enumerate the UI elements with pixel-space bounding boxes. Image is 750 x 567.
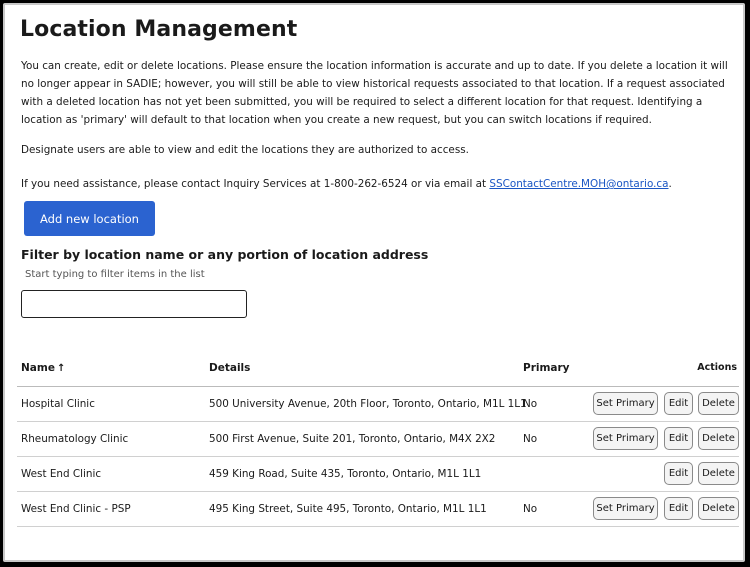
- location-name: Hospital Clinic: [21, 398, 95, 410]
- location-management-panel: Location Management You can create, edit…: [3, 3, 745, 562]
- location-details: 495 King Street, Suite 495, Toronto, Ont…: [209, 503, 487, 515]
- delete-button[interactable]: Delete: [698, 497, 739, 520]
- set-primary-button[interactable]: Set Primary: [593, 392, 658, 415]
- page-title: Location Management: [20, 17, 298, 42]
- location-primary: No: [523, 503, 538, 515]
- set-primary-button[interactable]: Set Primary: [593, 427, 658, 450]
- filter-hint: Start typing to filter items in the list: [25, 269, 205, 280]
- table-header: Name ↑ Details Primary Actions: [17, 353, 739, 387]
- location-name: Rheumatology Clinic: [21, 433, 129, 445]
- delete-button[interactable]: Delete: [698, 427, 739, 450]
- delete-button[interactable]: Delete: [698, 392, 739, 415]
- location-name: West End Clinic: [21, 468, 102, 480]
- filter-label: Filter by location name or any portion o…: [21, 247, 429, 262]
- edit-button[interactable]: Edit: [664, 427, 693, 450]
- column-header-primary: Primary: [523, 362, 570, 374]
- edit-button[interactable]: Edit: [664, 497, 693, 520]
- edit-button[interactable]: Edit: [664, 392, 693, 415]
- edit-button[interactable]: Edit: [664, 462, 693, 485]
- set-primary-button[interactable]: Set Primary: [593, 497, 658, 520]
- location-primary: No: [523, 398, 538, 410]
- sort-arrow-icon: ↑: [56, 363, 66, 374]
- location-details: 500 University Avenue, 20th Floor, Toron…: [209, 398, 527, 410]
- assistance-text: If you need assistance, please contact I…: [21, 178, 490, 190]
- location-details: 500 First Avenue, Suite 201, Toronto, On…: [209, 433, 496, 445]
- location-details: 459 King Road, Suite 435, Toronto, Ontar…: [209, 468, 482, 480]
- assistance-suffix: .: [668, 178, 672, 190]
- location-primary: No: [523, 433, 538, 445]
- contact-email-link[interactable]: SSContactCentre.MOH@ontario.ca: [489, 178, 668, 190]
- table-row: Rheumatology Clinic 500 First Avenue, Su…: [17, 422, 739, 457]
- intro-paragraph: You can create, edit or delete locations…: [21, 60, 728, 126]
- delete-button[interactable]: Delete: [698, 462, 739, 485]
- add-new-location-button[interactable]: Add new location: [24, 201, 155, 236]
- column-header-name[interactable]: Name ↑: [21, 362, 65, 374]
- column-header-details: Details: [209, 362, 251, 374]
- assistance-paragraph: If you need assistance, please contact I…: [21, 175, 739, 193]
- table-row: Hospital Clinic 500 University Avenue, 2…: [17, 387, 739, 422]
- location-name: West End Clinic - PSP: [21, 503, 131, 515]
- table-row: West End Clinic - PSP 495 King Street, S…: [17, 492, 739, 527]
- column-header-actions: Actions: [697, 362, 737, 373]
- designate-note: Designate users are able to view and edi…: [21, 144, 469, 156]
- table-row: West End Clinic 459 King Road, Suite 435…: [17, 457, 739, 492]
- locations-table: Name ↑ Details Primary Actions Hospital C…: [17, 353, 739, 527]
- filter-input[interactable]: [21, 290, 247, 318]
